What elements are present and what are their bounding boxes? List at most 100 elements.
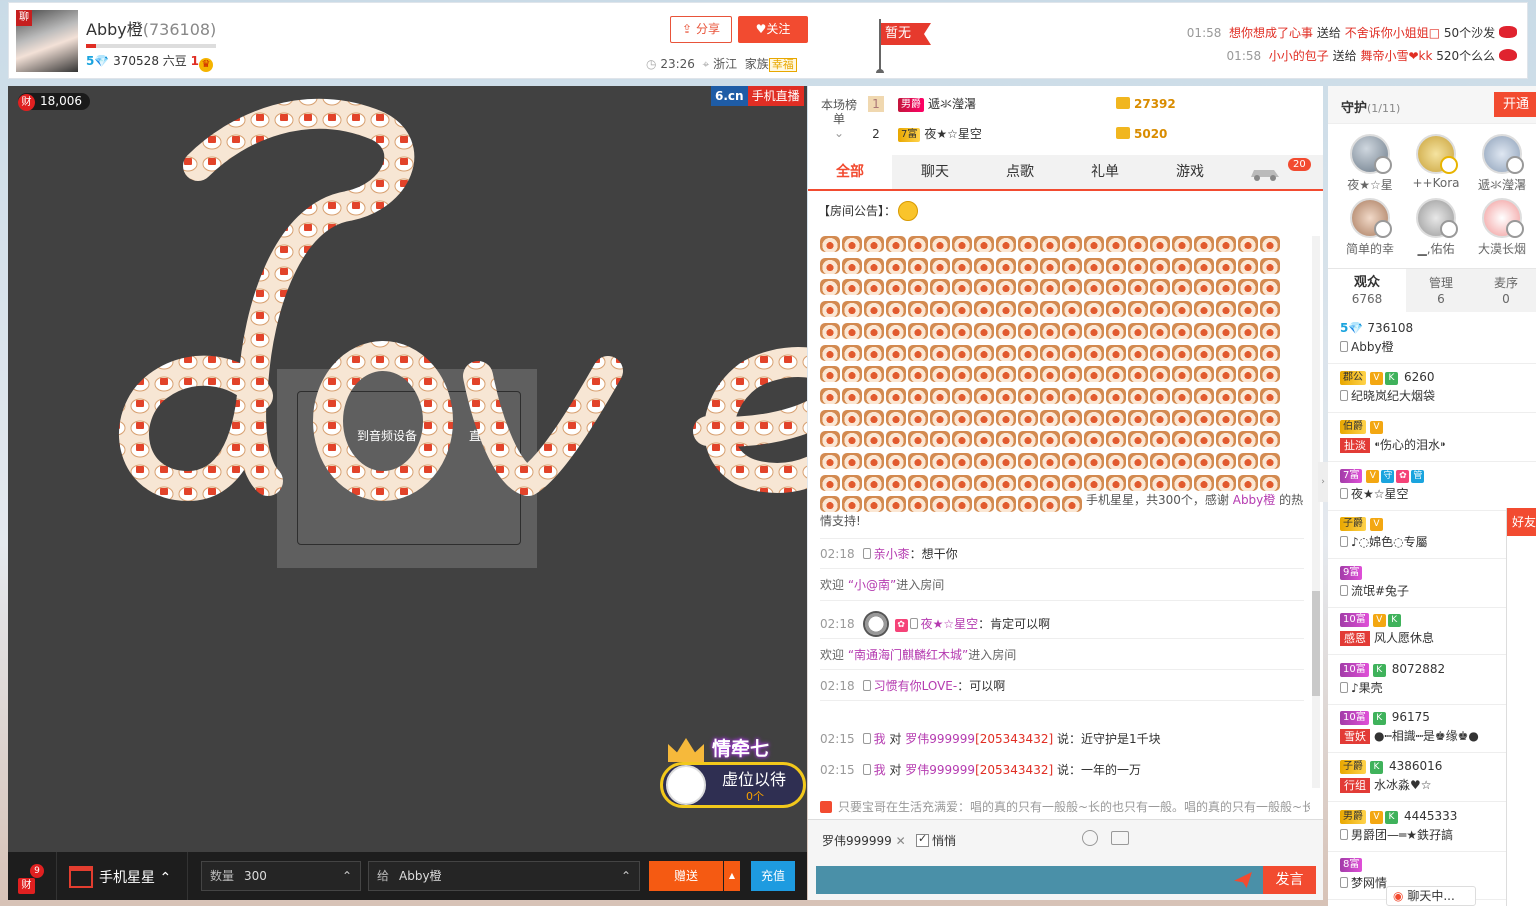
virtual-seat[interactable]: 情牵七 虚位以待 0个 (660, 734, 806, 810)
tab-songs[interactable]: 点歌 (978, 155, 1062, 189)
speak-button[interactable]: 发言 (1263, 866, 1316, 894)
tab-games[interactable]: 游戏 (1148, 155, 1232, 189)
tab-mic-queue[interactable]: 麦序 0 (1476, 269, 1536, 313)
audience-row[interactable]: 子爵 V ♪◌婂色◌专屬 (1340, 514, 1530, 551)
flower-badge-icon: ✿ (894, 619, 908, 632)
msg-time: 02:15 (820, 732, 855, 746)
open-guard-button[interactable]: 开通 (1494, 92, 1536, 117)
msg-user[interactable]: “南通海门麒麟红木城” (848, 648, 968, 662)
close-icon[interactable]: ✕ (896, 834, 906, 848)
audience-row[interactable]: 男爵 V K 4445333 男爵团—═★鉄孖謞 (1340, 807, 1530, 844)
msg-user[interactable]: 夜★☆星空 (921, 617, 979, 631)
msg-user[interactable]: “小@南” (848, 578, 896, 592)
msg-user[interactable]: 习惯有你LOVE- (874, 679, 958, 693)
user-name: 男爵团—═★鉄孖謞 (1351, 828, 1453, 842)
rich-icon[interactable]: 财 (18, 878, 35, 894)
speaker-icon (820, 801, 832, 813)
rank-label[interactable]: 本场榜单 ⌄ (818, 98, 860, 140)
car-icon[interactable] (1248, 160, 1282, 184)
tab-chat[interactable]: 聊天 (893, 155, 977, 189)
emoji-icon[interactable] (1082, 830, 1098, 846)
audience-row[interactable]: 9富 流氓#兔子 (1340, 563, 1530, 600)
mini-gift-icon (952, 474, 972, 491)
share-button[interactable]: ⇪ 分享 (670, 16, 732, 43)
guard-member[interactable]: 大漠长烟 (1470, 198, 1534, 257)
mini-gift-icon (842, 279, 862, 296)
guard-member[interactable]: 遞氺瀅濐 (1470, 134, 1534, 193)
msg-user[interactable]: 亲小桼 (874, 547, 910, 561)
chat-message: 02:18 亲小桼：想干你 (820, 545, 1304, 563)
tab-audience[interactable]: 观众 6768 (1328, 269, 1406, 313)
whisper-checkbox[interactable] (916, 832, 929, 847)
mini-gift-icon (1018, 301, 1038, 318)
audience-row[interactable]: 10富 K 8072882 ♪果壳 (1340, 660, 1530, 697)
gift-log-gift: 50个沙发 (1443, 26, 1496, 40)
chat-tabs: 全部 聊天 点歌 礼单 游戏 (808, 155, 1323, 191)
collapse-arrow-icon[interactable]: › (1318, 462, 1328, 502)
send-options-button[interactable]: ▲ (724, 861, 740, 891)
family-badge[interactable]: 幸福 (768, 58, 797, 72)
rank-flag[interactable]: 暂无 (881, 23, 931, 45)
gift-log-to[interactable]: 舞帝小雪❤kk (1360, 49, 1432, 63)
mini-gift-icon (908, 257, 928, 274)
chat-scrollbar[interactable] (1312, 236, 1320, 788)
tab-admins-label: 管理 (1428, 276, 1453, 290)
chat-input[interactable] (816, 866, 1263, 894)
chat-float-button[interactable]: ◉ 聊天中... (1386, 886, 1476, 906)
welcome-label: 欢迎 (820, 648, 848, 662)
host-avatar[interactable]: 聊 (16, 10, 78, 72)
audience-row[interactable]: 7富 V 守 ✿ 管夜★☆星空 (1340, 466, 1530, 503)
send-gift-button[interactable]: 赠送 (649, 861, 723, 891)
mini-gift-icon (1150, 322, 1170, 339)
gift-selector[interactable]: 手机星星 ⌃ (56, 852, 188, 900)
gift-log-to[interactable]: 不舍诉你小姐姐□ (1345, 26, 1440, 40)
audience-row[interactable]: 10富 V K 感恩 风人愿休息 (1340, 610, 1530, 647)
recharge-button[interactable]: 充值 (751, 861, 795, 891)
guard-member[interactable]: ++Kora (1404, 134, 1468, 190)
rank-row[interactable]: 1 男爵 遞氺瀅濐 27392 (868, 90, 1176, 118)
gift-log-from[interactable]: 小小的包子 (1269, 49, 1329, 63)
msg-target[interactable]: 罗伟999999 (905, 763, 975, 777)
video-player[interactable]: 到音频设备 直播 财 18,006 6.cn 手机直播 情牵七 虚位以待 0个 财 … (8, 86, 807, 900)
quantity-label: 数量 (210, 869, 235, 883)
audience-row[interactable]: 10富 K 96175 雪妖 ●┉相識┉是♚缘♚● (1340, 708, 1530, 745)
rich-value: 18,006 (40, 94, 82, 108)
whisper-toggle[interactable]: 悄悄 (916, 832, 956, 849)
gift-log-from[interactable]: 想你想成了心事 (1229, 26, 1313, 40)
audience-row[interactable]: 子爵 K 4386016 行组 水冰淼♥☆ (1340, 757, 1530, 794)
guard-member[interactable]: 夜★☆星 (1338, 134, 1402, 193)
recipient-field[interactable]: 给 Abby橙 ⌃ (368, 861, 640, 891)
avatar (1482, 134, 1524, 174)
tab-gifts[interactable]: 礼单 (1063, 155, 1147, 189)
quantity-field[interactable]: 数量 300 ⌃ (201, 861, 361, 891)
gift-log-time: 01:58 (1226, 49, 1262, 63)
mini-gift-icon (1172, 366, 1192, 383)
chat-target[interactable]: 罗伟999999 ✕ (822, 832, 906, 849)
gift-thanks-user[interactable]: Abby橙 (1233, 493, 1276, 507)
user-name: ●┉相識┉是♚缘♚● (1374, 729, 1479, 743)
phone-icon (1340, 585, 1348, 596)
tab-all[interactable]: 全部 (808, 155, 892, 189)
mini-gift-icon (1150, 431, 1170, 448)
rank-row[interactable]: 2 7富 夜★☆星空 5020 (868, 120, 1167, 148)
follow-button[interactable]: ♥关注 (738, 16, 808, 43)
mini-gift-icon (886, 474, 906, 491)
audience-row[interactable]: 5💎 736108 Abby橙 (1340, 319, 1530, 356)
mini-gift-icon (886, 387, 906, 404)
guard-member[interactable]: 简单的幸 (1338, 198, 1402, 257)
mini-gift-icon (1172, 474, 1192, 491)
image-icon[interactable] (1111, 831, 1129, 845)
mini-gift-icon (908, 322, 928, 339)
scroll-thumb[interactable] (1312, 591, 1320, 696)
mini-gift-icon (1062, 431, 1082, 448)
friend-tab[interactable]: 好友 (1507, 508, 1536, 536)
mini-gift-icon (1018, 431, 1038, 448)
audience-row[interactable]: 郡公 V K 6260 纪晓岚纪大烟袋 (1340, 368, 1530, 405)
guard-member[interactable]: ▁,佑佑 (1404, 198, 1468, 257)
chat-input-area: 罗伟999999 ✕ 悄悄 发言 (808, 819, 1323, 900)
msg-target[interactable]: 罗伟999999 (905, 732, 975, 746)
tab-admins[interactable]: 管理 6 (1406, 269, 1476, 313)
audience-row[interactable]: 伯爵 V 扯淡 ⁌伤心的泪水⁍ (1340, 417, 1530, 454)
mini-gift-icon (1150, 453, 1170, 469)
divider (1328, 801, 1536, 802)
